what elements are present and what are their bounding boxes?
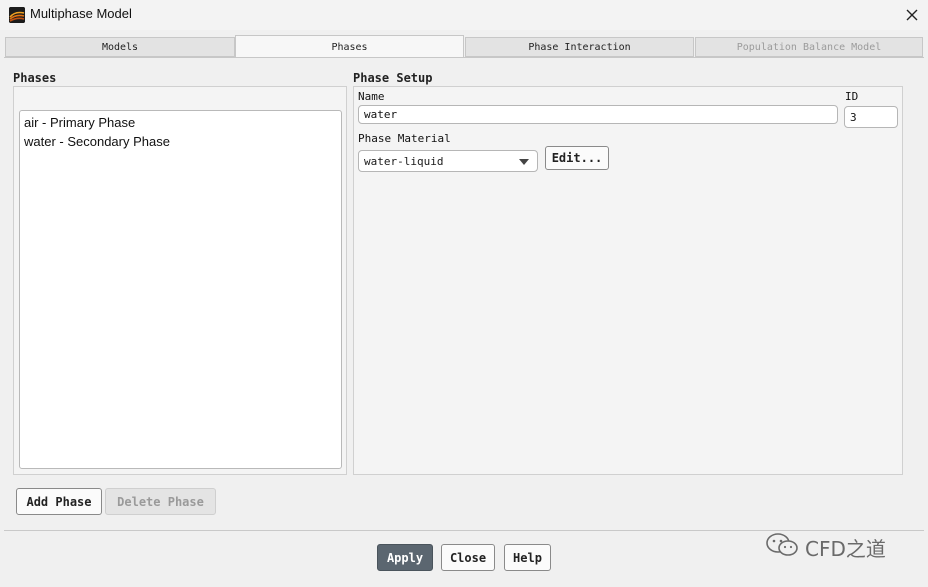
- tab-underline: [4, 57, 924, 58]
- watermark: CFD之道: [765, 530, 905, 564]
- window-title: Multiphase Model: [30, 6, 132, 21]
- wechat-icon: [765, 532, 799, 562]
- help-button[interactable]: Help: [504, 544, 551, 571]
- delete-phase-button: Delete Phase: [105, 488, 216, 515]
- id-label: ID: [845, 90, 859, 103]
- title-bar: [0, 0, 928, 30]
- name-field[interactable]: [358, 105, 838, 124]
- id-field[interactable]: [844, 106, 898, 128]
- phases-list[interactable]: air - Primary Phase water - Secondary Ph…: [19, 110, 342, 469]
- list-item[interactable]: water - Secondary Phase: [24, 134, 170, 149]
- phase-material-select[interactable]: water-liquid: [358, 150, 538, 172]
- chevron-down-icon: [519, 159, 529, 165]
- close-button[interactable]: Close: [441, 544, 495, 571]
- tab-phases[interactable]: Phases: [235, 35, 464, 58]
- tab-models[interactable]: Models: [5, 37, 235, 57]
- phase-material-value: water-liquid: [364, 154, 444, 168]
- list-item[interactable]: air - Primary Phase: [24, 115, 135, 130]
- apply-button[interactable]: Apply: [377, 544, 433, 571]
- phases-heading: Phases: [13, 71, 57, 85]
- tab-phase-interaction[interactable]: Phase Interaction: [465, 37, 694, 57]
- watermark-text: CFD之道: [805, 536, 886, 561]
- fluent-app-icon: [9, 7, 25, 23]
- name-label: Name: [358, 90, 385, 103]
- add-phase-button[interactable]: Add Phase: [16, 488, 102, 515]
- phase-setup-heading: Phase Setup: [353, 71, 433, 85]
- edit-material-button[interactable]: Edit...: [545, 146, 609, 170]
- phase-material-label: Phase Material: [358, 132, 451, 145]
- tab-population-balance-model: Population Balance Model: [695, 37, 923, 57]
- close-icon[interactable]: [900, 3, 924, 27]
